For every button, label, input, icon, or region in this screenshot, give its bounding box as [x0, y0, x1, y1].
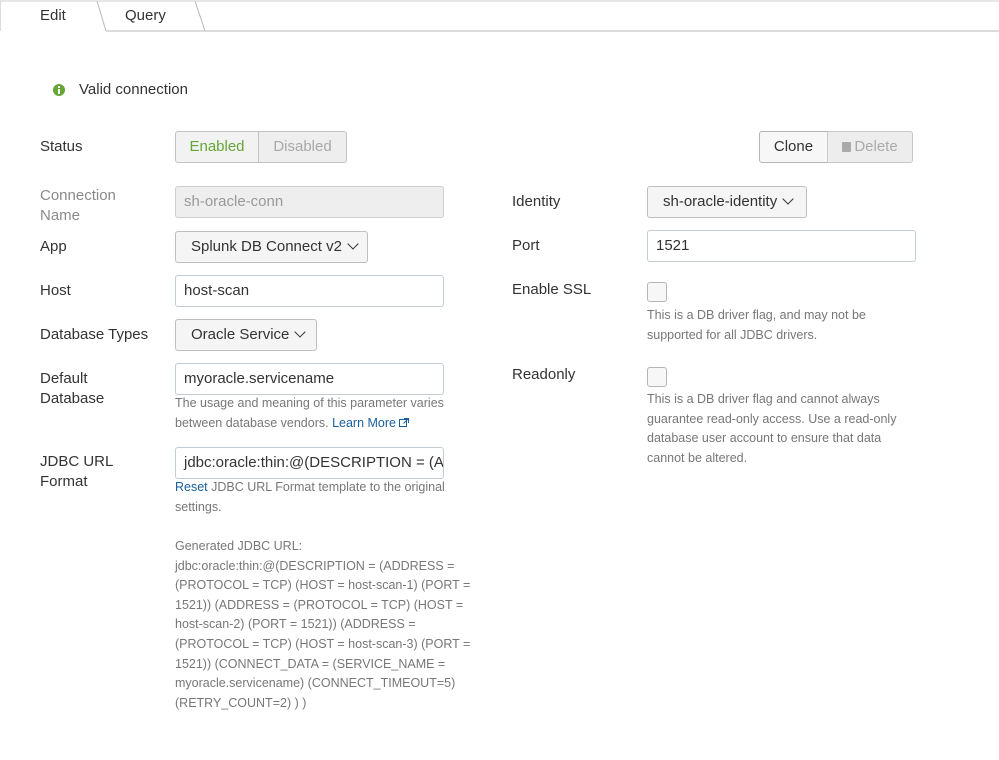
trash-icon [842, 142, 852, 152]
generated-url-line: host-scan-2) (PORT = 1521)) (ADDRESS = [175, 617, 416, 632]
readonly-label: Readonly [512, 366, 576, 383]
database-types-label: Database Types [40, 326, 149, 343]
default-database-label-line2: Database [40, 390, 105, 407]
tab-edit[interactable]: Edit [40, 0, 66, 31]
default-database-field[interactable]: myoracle.servicename [175, 363, 444, 395]
readonly-help-line: cannot be altered. [647, 450, 748, 465]
jdbc-url-format-label-line1: JDBC URL [40, 453, 114, 470]
chevron-down-icon [294, 326, 307, 338]
enabled-toggle[interactable]: Enabled [175, 131, 259, 163]
chevron-down-icon [782, 193, 794, 205]
generated-url-line: myoracle.servicename) (CONNECT_TIMEOUT=5… [175, 676, 456, 691]
info-icon [53, 84, 65, 96]
disabled-toggle[interactable]: Disabled [258, 131, 347, 163]
identity-dropdown[interactable]: sh-oracle-identity [647, 186, 807, 218]
enable-ssl-checkbox[interactable] [647, 282, 667, 302]
connection-name-label-line2: Name [40, 207, 81, 224]
reset-link[interactable]: Reset [175, 480, 208, 494]
jdbc-url-format-label-line2: Format [40, 473, 88, 490]
enable-ssl-help-line2: supported for all JDBC drivers. [647, 327, 818, 342]
connection-name-field[interactable]: sh-oracle-conn [175, 186, 444, 218]
identity-value: sh-oracle-identity [663, 193, 778, 210]
delete-label: Delete [854, 138, 898, 155]
jdbc-help-line2: settings. [175, 499, 222, 514]
default-database-help-line1: The usage and meaning of this parameter … [175, 396, 444, 410]
generated-url-line: 1521)) (CONNECT_DATA = (SERVICE_NAME = [175, 656, 446, 671]
readonly-help-line: database user account to ensure that dat… [647, 431, 882, 446]
database-types-dropdown[interactable]: Oracle Service [175, 319, 317, 351]
generated-url-line: (PROTOCOL = TCP) (HOST = host-scan-1) (P… [175, 578, 471, 593]
status-label: Status [40, 138, 83, 155]
jdbc-url-format-label: JDBC URL Format [40, 452, 113, 492]
readonly-help: This is a DB driver flag and cannot alwa… [647, 390, 896, 468]
connection-name-label: Connection Name [40, 186, 116, 226]
readonly-help-line: This is a DB driver flag and cannot alwa… [647, 392, 880, 406]
external-link-icon [399, 417, 410, 427]
port-label: Port [512, 237, 540, 254]
host-label: Host [40, 282, 71, 299]
readonly-help-line: guarantee read-only access. Use a read-o… [647, 411, 897, 426]
default-database-help-line2: between database vendors. Learn More [175, 414, 444, 434]
app-label: App [40, 238, 67, 255]
jdbc-reset-line: Reset JDBC URL Format template to the or… [175, 478, 445, 498]
generated-url-line: (RETRY_COUNT=2) ) ) [175, 695, 307, 710]
enable-ssl-help-line1: This is a DB driver flag, and may not be [647, 308, 866, 322]
generated-url-line: jdbc:oracle:thin:@(DESCRIPTION = (ADDRES… [175, 558, 455, 573]
connection-name-label-line1: Connection [40, 187, 116, 204]
chevron-down-icon [347, 238, 359, 250]
clone-button[interactable]: Clone [759, 131, 828, 163]
port-field[interactable]: 1521 [647, 230, 916, 262]
generated-url-line: 1521)) (ADDRESS = (PROTOCOL = TCP) (HOST… [175, 597, 464, 612]
help-text: JDBC URL Format template to the original [211, 480, 445, 494]
default-database-label: Default Database [40, 369, 104, 409]
delete-button[interactable]: Delete [827, 131, 913, 163]
enable-ssl-label: Enable SSL [512, 281, 592, 298]
enable-ssl-help: This is a DB driver flag, and may not be… [647, 306, 866, 345]
identity-label: Identity [512, 193, 561, 210]
host-field[interactable]: host-scan [175, 275, 444, 307]
app-dropdown[interactable]: Splunk DB Connect v2 [175, 231, 368, 263]
app-value: Splunk DB Connect v2 [191, 238, 342, 255]
generated-url-line: Generated JDBC URL: [175, 539, 303, 553]
generated-url-line: (PROTOCOL = TCP) (HOST = host-scan-3) (P… [175, 636, 471, 651]
jdbc-url-format-field[interactable]: jdbc:oracle:thin:@(DESCRIPTION = (ADDRES… [175, 447, 444, 479]
jdbc-url-format-help: Reset JDBC URL Format template to the or… [175, 478, 445, 517]
generated-jdbc-url: Generated JDBC URL: jdbc:oracle:thin:@(D… [175, 537, 470, 713]
default-database-help: The usage and meaning of this parameter … [175, 394, 444, 433]
status-message: Valid connection [79, 81, 188, 98]
learn-more-link[interactable]: Learn More [332, 416, 396, 430]
default-database-label-line1: Default [40, 370, 88, 387]
tab-bar: Edit Query [0, 0, 999, 32]
readonly-checkbox[interactable] [647, 367, 667, 387]
database-types-value: Oracle Service [191, 326, 290, 343]
tab-query[interactable]: Query [125, 0, 166, 31]
help-text: between database vendors. [175, 415, 329, 430]
